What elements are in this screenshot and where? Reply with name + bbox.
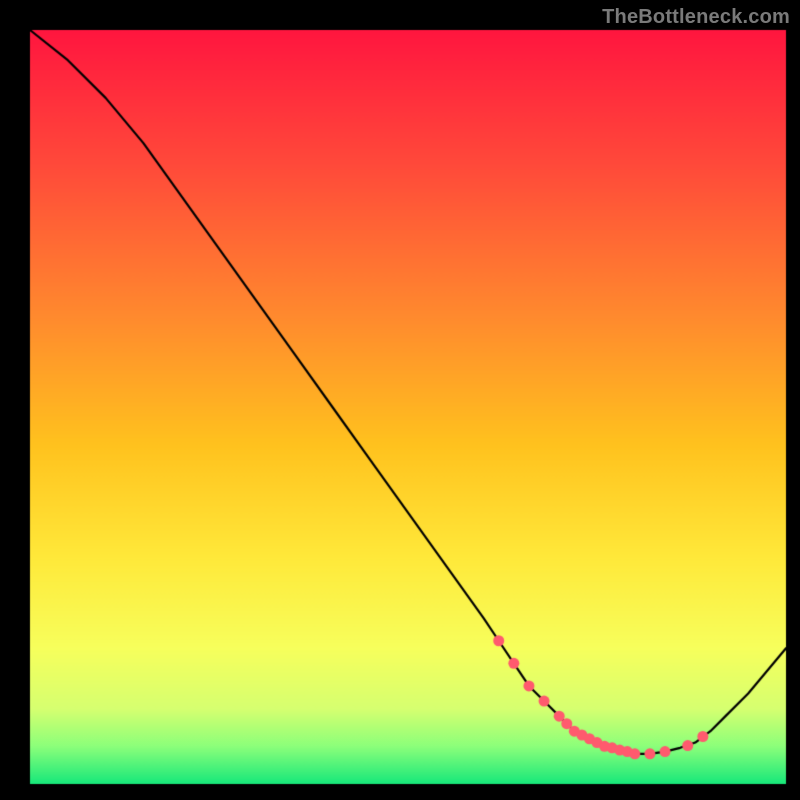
chart-canvas: [0, 0, 800, 800]
watermark-label: TheBottleneck.com: [602, 6, 790, 29]
chart-container: TheBottleneck.com: [0, 0, 800, 800]
